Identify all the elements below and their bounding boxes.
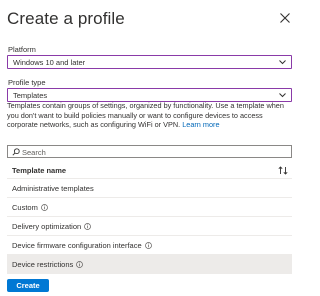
table-row[interactable]: Custom <box>7 198 292 217</box>
close-icon[interactable] <box>279 12 291 24</box>
template-name-text: Delivery optimization <box>12 222 82 231</box>
info-icon[interactable] <box>84 223 92 230</box>
template-name-text: Administrative templates <box>12 184 94 193</box>
table-header: Template name <box>7 162 292 179</box>
templates-description: Templates contain groups of settings, or… <box>7 101 293 130</box>
info-icon[interactable] <box>76 261 84 268</box>
column-header-template-name: Template name <box>12 166 67 175</box>
sort-icon[interactable] <box>278 166 288 175</box>
platform-value: Windows 10 and later <box>13 58 86 67</box>
info-icon[interactable] <box>40 204 48 211</box>
create-button[interactable]: Create <box>7 279 49 292</box>
search-input[interactable]: Search <box>7 145 292 158</box>
template-name: Device restrictions <box>12 260 84 269</box>
template-name: Device firmware configuration interface <box>12 241 152 250</box>
chevron-down-icon <box>279 93 286 98</box>
profile-type-label: Profile type <box>8 78 46 87</box>
table-row[interactable]: Administrative templates <box>7 179 292 198</box>
template-name: Delivery optimization <box>12 222 92 231</box>
table-row[interactable]: Delivery optimization <box>7 217 292 236</box>
template-name: Custom <box>12 203 48 212</box>
platform-label: Platform <box>8 45 36 54</box>
info-icon[interactable] <box>144 242 152 249</box>
table-body: Administrative templates Custom Delivery o… <box>7 179 292 274</box>
table-row[interactable]: Device firmware configuration interface <box>7 236 292 255</box>
search-icon <box>12 148 20 156</box>
template-name-text: Device restrictions <box>12 260 74 269</box>
search-placeholder: Search <box>22 148 46 157</box>
profile-type-dropdown[interactable]: Templates <box>7 88 292 102</box>
profile-type-value: Templates <box>13 91 48 100</box>
learn-more-link[interactable]: Learn more <box>182 120 219 129</box>
table-row[interactable]: Device restrictions <box>7 255 292 274</box>
template-name-text: Device firmware configuration interface <box>12 241 142 250</box>
template-table: Template name Administrative templates Cu… <box>7 162 292 274</box>
template-name: Administrative templates <box>12 184 94 193</box>
description-text: Templates contain groups of settings, or… <box>7 101 284 130</box>
chevron-down-icon <box>279 60 286 65</box>
panel-title: Create a profile <box>7 9 125 28</box>
template-name-text: Custom <box>12 203 38 212</box>
platform-dropdown[interactable]: Windows 10 and later <box>7 55 292 69</box>
